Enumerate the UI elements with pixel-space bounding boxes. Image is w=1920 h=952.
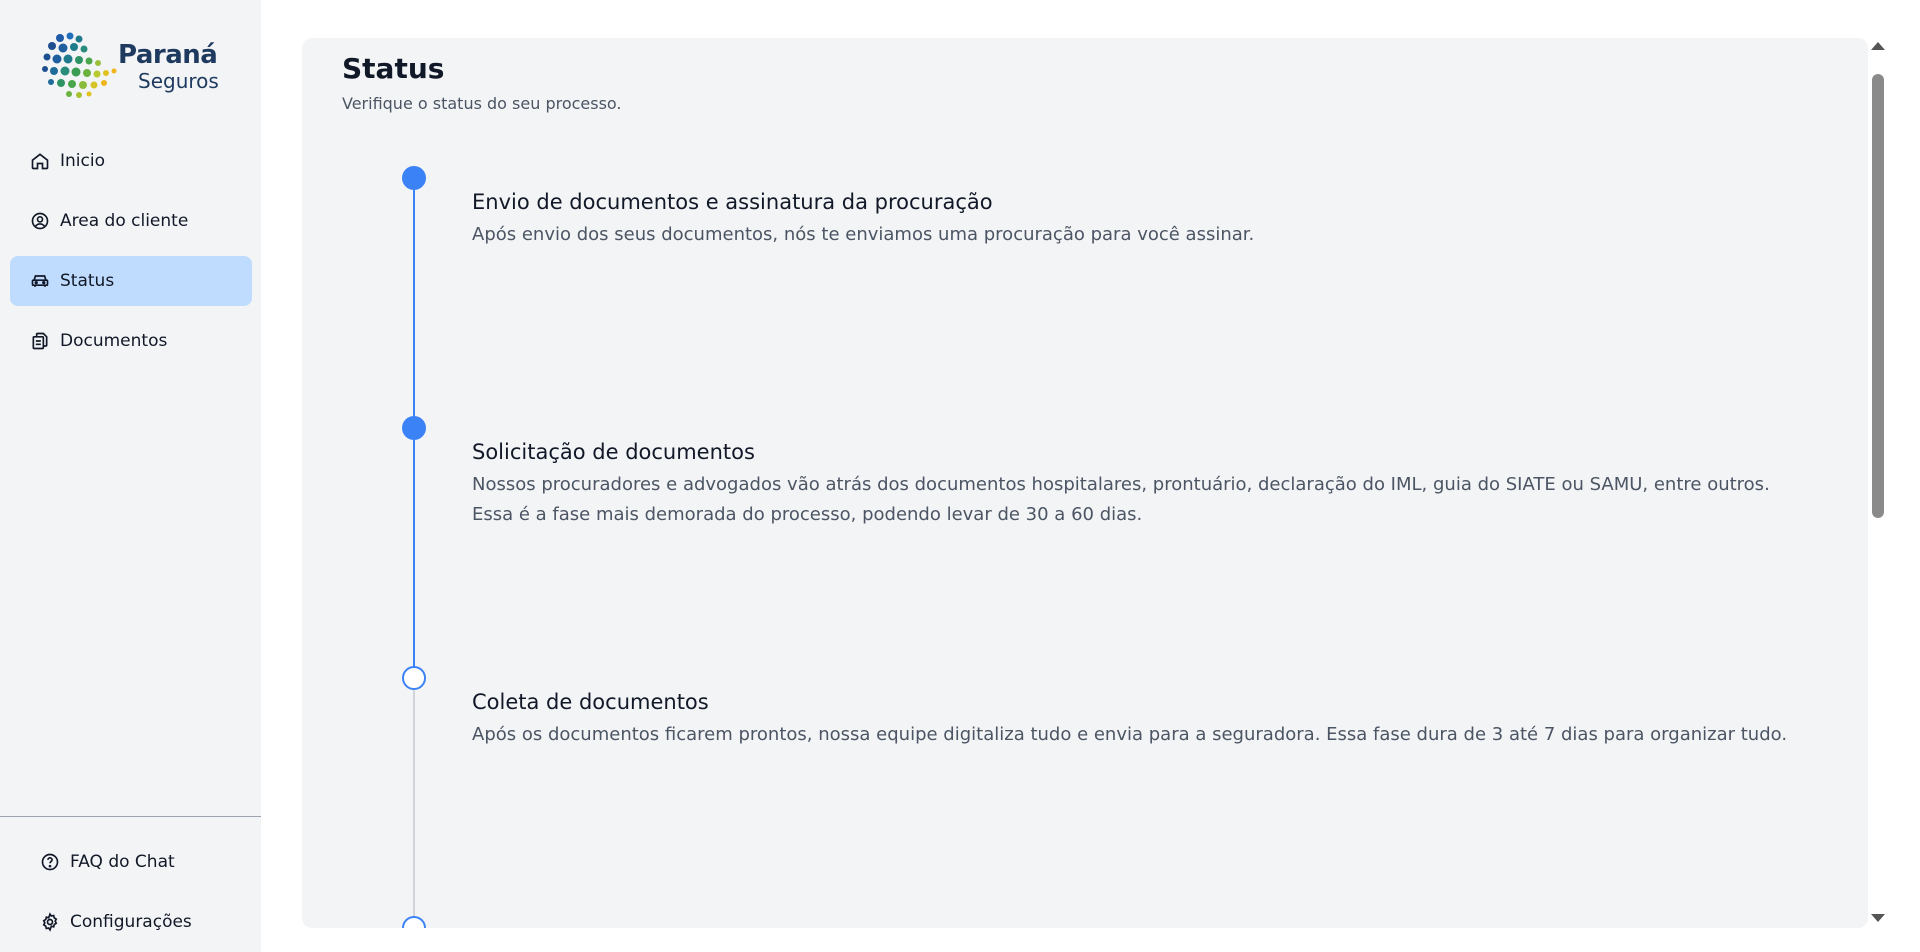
sidebar-item-label: Area do cliente <box>60 211 189 231</box>
status-panel: Status Verifique o status do seu process… <box>302 38 1868 928</box>
timeline-step-marker <box>402 666 426 690</box>
status-timeline: Envio de documentos e assinatura da proc… <box>302 38 1868 928</box>
timeline-step-marker <box>402 416 426 440</box>
step-title: Envio de documentos e assinatura da proc… <box>472 190 993 214</box>
timeline-step-marker <box>402 916 426 928</box>
sidebar-item-label: Inicio <box>60 151 105 171</box>
app-root: Paraná Seguros Inicio Area do cliente St… <box>0 0 1920 952</box>
sidebar-item-status[interactable]: Status <box>10 256 252 306</box>
sidebar-bottom-nav: FAQ do Chat Configurações <box>20 837 250 952</box>
page-scrollbar[interactable] <box>1868 38 1888 928</box>
step-description: Após envio dos seus documentos, nós te e… <box>472 224 1255 245</box>
timeline-step-marker <box>402 166 426 190</box>
brand-name: Paraná <box>118 40 218 70</box>
sidebar-item-faq-do-chat[interactable]: FAQ do Chat <box>20 837 250 887</box>
step-title: Coleta de documentos <box>472 690 709 714</box>
sidebar-item-label: Status <box>60 271 115 291</box>
sidebar-item-documentos[interactable]: Documentos <box>10 316 252 366</box>
gear-icon <box>42 912 58 932</box>
step-description: Nossos procuradores e advogados vão atrá… <box>472 474 1770 525</box>
home-icon <box>31 153 49 170</box>
sidebar-nav: Inicio Area do cliente Status Documentos <box>10 136 252 376</box>
timeline-connector <box>413 428 415 678</box>
question-circle-icon <box>41 853 59 871</box>
brand-logo-dots-icon <box>42 32 117 98</box>
scroll-up-icon[interactable] <box>1871 42 1885 50</box>
documents-icon <box>32 332 48 350</box>
user-circle-icon <box>31 212 49 230</box>
timeline-connector <box>413 678 415 928</box>
sidebar-item-label: Configurações <box>70 912 192 932</box>
timeline-connector <box>413 178 415 428</box>
car-icon <box>31 275 49 287</box>
sidebar-item-inicio[interactable]: Inicio <box>10 136 252 186</box>
sidebar-item-area-do-cliente[interactable]: Area do cliente <box>10 196 252 246</box>
sidebar-divider <box>0 816 261 817</box>
scroll-thumb[interactable] <box>1872 74 1884 518</box>
sidebar: Paraná Seguros Inicio Area do cliente St… <box>0 0 261 952</box>
brand-logo[interactable]: Paraná Seguros <box>40 30 220 102</box>
brand-sub: Seguros <box>138 69 219 93</box>
sidebar-item-label: Documentos <box>60 331 168 351</box>
step-description: Após os documentos ficarem prontos, noss… <box>472 724 1788 745</box>
sidebar-item-configuracoes[interactable]: Configurações <box>20 897 250 947</box>
sidebar-item-label: FAQ do Chat <box>70 852 175 872</box>
step-title: Solicitação de documentos <box>472 440 755 464</box>
scroll-down-icon[interactable] <box>1871 914 1885 922</box>
